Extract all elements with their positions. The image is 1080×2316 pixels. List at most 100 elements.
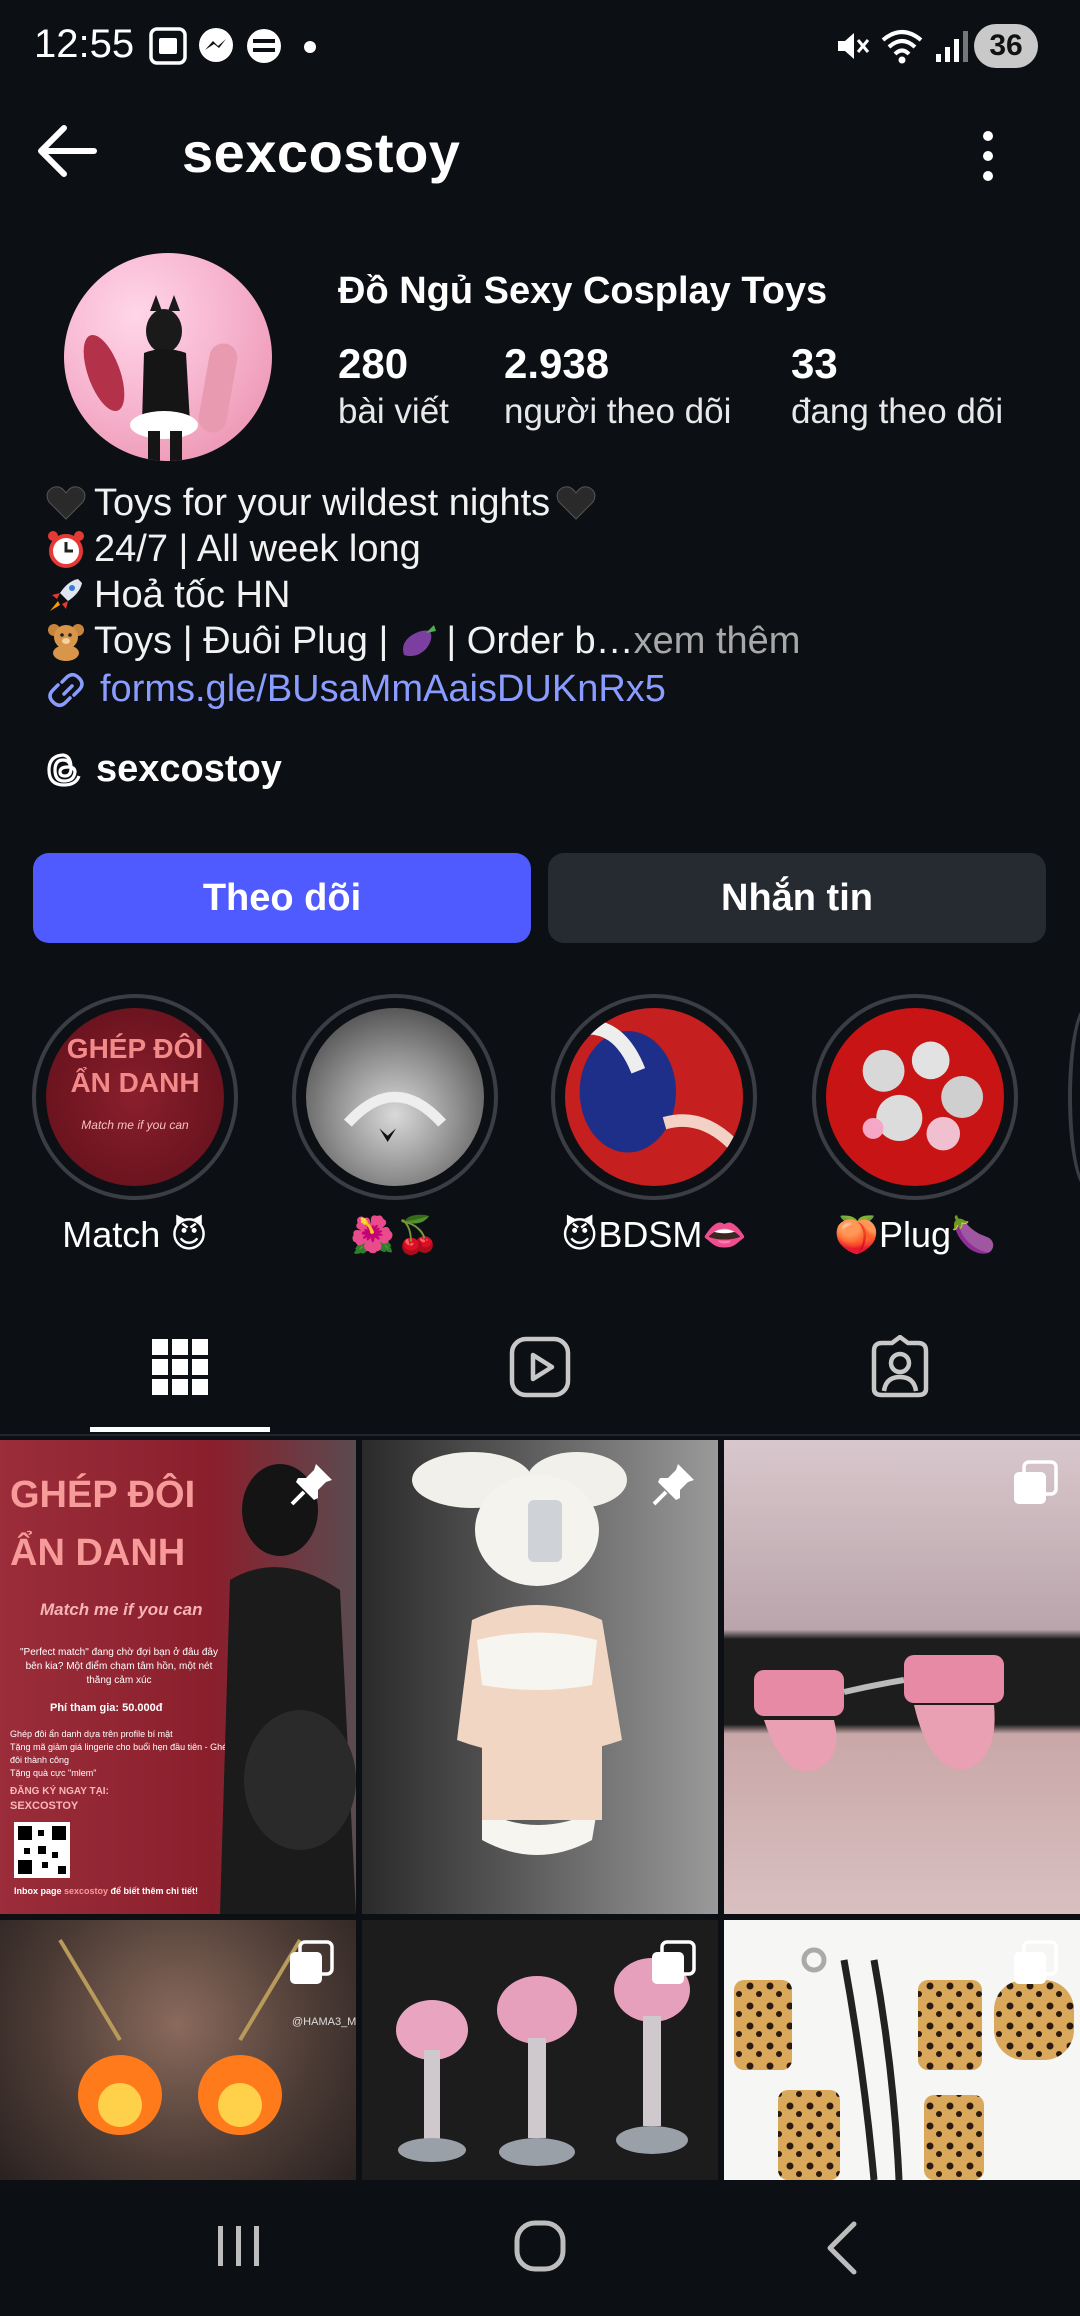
profile-bio: Toys for your wildest nights 24/7 | All …: [44, 480, 800, 664]
battery-indicator: 36: [974, 24, 1038, 68]
pinned-icon: [652, 1464, 694, 1506]
bio-text-3: Hoả tốc HN: [94, 574, 291, 616]
posts-count: 280: [338, 340, 409, 387]
followers-label: người theo dõi: [504, 392, 732, 431]
message-button[interactable]: Nhắn tin: [548, 853, 1046, 943]
bio-text-5: | Order b…: [446, 620, 634, 662]
posts-stat[interactable]: 280 bài viết: [338, 340, 449, 432]
more-options-icon[interactable]: [968, 126, 1008, 186]
post-brand: SEXCOSTOY: [10, 1800, 79, 1812]
post-footer-pre: Inbox page: [14, 1886, 65, 1896]
status-time: 12:55: [34, 22, 135, 66]
bio-line-1: Toys for your wildest nights: [44, 480, 800, 526]
teddy-bear-icon: [48, 624, 84, 661]
post-thumbnail[interactable]: @HAMA3_M: [0, 1920, 356, 2180]
highlight-partial[interactable]: [1068, 1004, 1080, 1190]
system-navigation-bar: [0, 2180, 1080, 2316]
home-icon[interactable]: [512, 2218, 568, 2274]
bio-line-2: 24/7 | All week long: [44, 526, 800, 572]
qr-code-icon: [14, 1822, 70, 1878]
highlight-label: 🍑Plug🍆: [834, 1214, 996, 1255]
screenshot-icon: [149, 27, 187, 65]
follow-button[interactable]: Theo dõi: [33, 853, 531, 943]
highlight-ring: [292, 994, 498, 1200]
post-image: [754, 1655, 1004, 1772]
profile-link-text: forms.gle/BUsaMmAaisDUKnRx5: [100, 668, 666, 710]
post-figure: [220, 1464, 356, 1914]
bio-text-4: Toys | Đuôi Plug |: [94, 620, 389, 662]
status-bar: 12:55 36: [0, 0, 1080, 96]
bio-line-3: Hoả tốc HN: [44, 572, 800, 618]
highlight-cover-title-2: ẨN DANH: [70, 1067, 200, 1098]
highlight-label: 🌺🍒: [350, 1214, 440, 1255]
following-count: 33: [791, 340, 838, 387]
rocket-icon: [50, 579, 82, 611]
highlight-ring: [812, 994, 1018, 1200]
followers-stat[interactable]: 2.938 người theo dõi: [504, 340, 731, 432]
messenger-icon: [199, 28, 233, 62]
post-image: [412, 1452, 627, 1855]
threads-icon: [47, 752, 81, 787]
posts-label: bài viết: [338, 392, 449, 431]
multiple-photos-icon: [1014, 1460, 1058, 1504]
more-notifications-dot-icon: [304, 41, 316, 53]
black-heart-icon: [46, 486, 86, 520]
recent-apps-icon[interactable]: [214, 2222, 264, 2270]
post-thumbnail[interactable]: [362, 1920, 718, 2180]
wifi-icon: [881, 30, 923, 64]
multiple-photos-icon: [1014, 1940, 1058, 1984]
app-notification-icon: [247, 29, 281, 63]
highlight-cover: GHÉP ĐÔI ẨN DANH Match me if you can: [46, 1008, 224, 1186]
reels-tab[interactable]: [360, 1300, 720, 1434]
highlight-cover: [306, 1008, 484, 1186]
tagged-tab[interactable]: [720, 1300, 1080, 1434]
post-price: Phí tham gia: 50.000đ: [50, 1702, 163, 1714]
highlight-label: Match 😈: [62, 1214, 208, 1255]
highlight-cover-title-1: GHÉP ĐÔI: [66, 1033, 204, 1064]
profile-link[interactable]: forms.gle/BUsaMmAaisDUKnRx5: [44, 668, 666, 711]
profile-username-title: sexcostoy: [182, 121, 461, 184]
post-subtitle: Match me if you can: [40, 1600, 203, 1619]
profile-avatar[interactable]: [64, 253, 272, 461]
threads-username: sexcostoy: [96, 748, 282, 790]
highlight-cover-subtitle: Match me if you can: [81, 1118, 189, 1132]
highlight-cover-art: [343, 1091, 447, 1143]
highlight-match[interactable]: GHÉP ĐÔI ẨN DANH Match me if you can Mat…: [30, 994, 240, 1256]
grid-tab[interactable]: [0, 1300, 360, 1434]
post-thumbnail[interactable]: [724, 1920, 1080, 2180]
highlight-cover: [826, 1008, 1004, 1186]
multiple-photos-icon: [290, 1940, 334, 1984]
multiple-photos-icon: [652, 1940, 696, 1984]
tagged-person-icon: [871, 1335, 929, 1398]
back-arrow-icon[interactable]: [34, 118, 100, 184]
mute-icon: [838, 33, 870, 59]
eggplant-icon: [403, 625, 437, 657]
post-thumbnail[interactable]: GHÉP ĐÔI ẨN DANH Match me if you can "Pe…: [0, 1440, 356, 1914]
highlight-cover-art: [862, 1041, 984, 1151]
active-tab-indicator: [90, 1427, 270, 1432]
back-icon[interactable]: [822, 2220, 862, 2276]
highlight-flowers[interactable]: 🌺🍒: [290, 994, 500, 1256]
highlight-plug[interactable]: 🍑Plug🍆: [810, 994, 1020, 1256]
highlight-cover: [565, 1008, 743, 1186]
avatar-illustration: [83, 295, 238, 461]
bio-line-4: Toys | Đuôi Plug | | Order b… xem thêm: [44, 618, 800, 664]
post-watermark: @HAMA3_M: [292, 2016, 356, 2028]
see-more-link[interactable]: xem thêm: [634, 618, 801, 664]
following-label: đang theo dõi: [791, 392, 1004, 431]
profile-full-name: Đồ Ngủ Sexy Cosplay Toys: [338, 270, 828, 312]
followers-count: 2.938: [504, 340, 610, 387]
black-heart-icon: [556, 486, 596, 520]
post-footer: Inbox page sexcostoy để biết thêm chi ti…: [14, 1886, 198, 1896]
pinned-icon: [290, 1464, 332, 1506]
threads-badge[interactable]: sexcostoy: [44, 748, 282, 791]
post-thumbnail[interactable]: [362, 1440, 718, 1914]
post-footer-post: để biết thêm chi tiết!: [108, 1886, 199, 1896]
bio-text-2: 24/7 | All week long: [94, 528, 421, 570]
post-title-1: GHÉP ĐÔI: [10, 1474, 196, 1516]
highlight-ring: [551, 994, 757, 1200]
highlight-bdsm[interactable]: 😈BDSM👄: [549, 994, 759, 1256]
post-thumbnail[interactable]: [724, 1440, 1080, 1914]
following-stat[interactable]: 33 đang theo dõi: [791, 340, 1003, 432]
post-cta: ĐĂNG KÝ NGAY TẠI:: [10, 1786, 109, 1797]
